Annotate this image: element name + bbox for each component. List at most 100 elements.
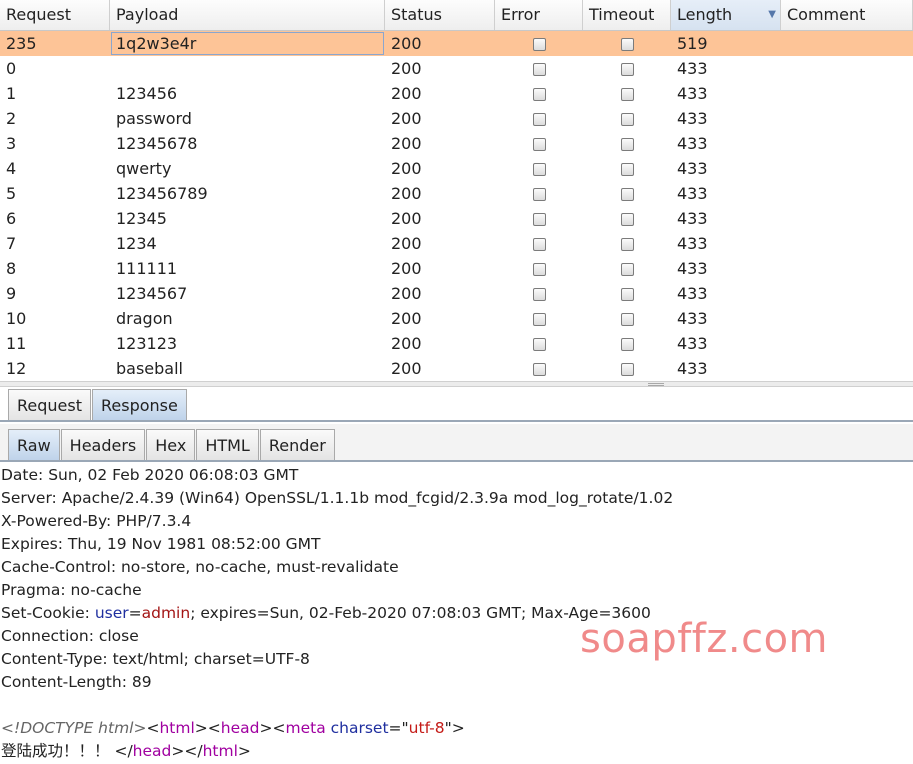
cell-error <box>495 281 583 306</box>
cell-request: 5 <box>6 184 17 203</box>
timeout-checkbox[interactable] <box>620 313 634 326</box>
cell-length: 433 <box>677 209 708 228</box>
lt-slash: </ <box>184 742 203 760</box>
cell-status: 200 <box>391 134 422 153</box>
cell-comment <box>781 231 913 256</box>
cell-payload: 1q2w3e4r <box>110 31 385 56</box>
cell-error <box>495 181 583 206</box>
error-checkbox[interactable] <box>532 363 546 376</box>
cell-length: 433 <box>677 359 708 378</box>
attr-close: "> <box>444 719 465 737</box>
header-line: X-Powered-By: PHP/7.3.4 <box>1 512 192 530</box>
table-row[interactable]: 1 123456 200 433 <box>0 81 913 106</box>
header-line: Date: Sun, 02 Feb 2020 06:08:03 GMT <box>1 466 299 484</box>
timeout-checkbox[interactable] <box>620 188 634 201</box>
error-checkbox[interactable] <box>532 63 546 76</box>
cell-comment <box>781 331 913 356</box>
cell-status: 200 <box>391 259 422 278</box>
tab-raw[interactable]: Raw <box>8 429 60 460</box>
timeout-checkbox[interactable] <box>620 163 634 176</box>
error-checkbox[interactable] <box>532 88 546 101</box>
error-checkbox[interactable] <box>532 38 546 51</box>
table-row[interactable]: 6 12345 200 433 <box>0 206 913 231</box>
cell-request: 1 <box>6 84 17 103</box>
table-row[interactable]: 5 123456789 200 433 <box>0 181 913 206</box>
error-checkbox[interactable] <box>532 138 546 151</box>
cell-status: 200 <box>391 34 422 53</box>
tab-html[interactable]: HTML <box>196 429 259 460</box>
cell-comment <box>781 31 913 56</box>
column-header-error[interactable]: Error <box>495 0 583 30</box>
cell-timeout <box>583 81 671 106</box>
column-header-payload[interactable]: Payload <box>110 0 385 30</box>
error-checkbox[interactable] <box>532 263 546 276</box>
cell-request: 10 <box>6 309 27 328</box>
cell-length: 433 <box>677 234 708 253</box>
table-header: Request Payload Status Error Timeout Len… <box>0 0 913 31</box>
splitter-grip-icon[interactable] <box>648 383 664 386</box>
timeout-checkbox[interactable] <box>620 38 634 51</box>
set-cookie-prefix: Set-Cookie: <box>1 604 95 622</box>
table-row[interactable]: 9 1234567 200 433 <box>0 281 913 306</box>
error-checkbox[interactable] <box>532 213 546 226</box>
timeout-checkbox[interactable] <box>620 363 634 376</box>
cell-comment <box>781 206 913 231</box>
tab-hex[interactable]: Hex <box>146 429 196 460</box>
table-row[interactable]: 7 1234 200 433 <box>0 231 913 256</box>
error-checkbox[interactable] <box>532 288 546 301</box>
cell-status: 200 <box>391 334 422 353</box>
timeout-checkbox[interactable] <box>620 63 634 76</box>
cell-status: 200 <box>391 109 422 128</box>
timeout-checkbox[interactable] <box>620 138 634 151</box>
error-checkbox[interactable] <box>532 338 546 351</box>
header-line: Expires: Thu, 19 Nov 1981 08:52:00 GMT <box>1 535 321 553</box>
cell-comment <box>781 156 913 181</box>
cell-timeout <box>583 231 671 256</box>
table-row[interactable]: 3 12345678 200 433 <box>0 131 913 156</box>
timeout-checkbox[interactable] <box>620 238 634 251</box>
cell-timeout <box>583 306 671 331</box>
cell-payload: 1234 <box>116 234 157 253</box>
tab-response[interactable]: Response <box>92 389 187 420</box>
tab-render[interactable]: Render <box>259 429 335 460</box>
error-checkbox[interactable] <box>532 113 546 126</box>
table-row[interactable]: 10 dragon 200 433 <box>0 306 913 331</box>
error-checkbox[interactable] <box>532 188 546 201</box>
table-row[interactable]: 11 123123 200 433 <box>0 331 913 356</box>
cell-status: 200 <box>391 309 422 328</box>
timeout-checkbox[interactable] <box>620 88 634 101</box>
cell-error <box>495 356 583 381</box>
timeout-checkbox[interactable] <box>620 288 634 301</box>
tag-html: html <box>159 719 195 737</box>
table-row[interactable]: 4 qwerty 200 433 <box>0 156 913 181</box>
tab-headers[interactable]: Headers <box>60 429 146 460</box>
timeout-checkbox[interactable] <box>620 263 634 276</box>
column-header-length[interactable]: Length ▼ <box>671 0 781 30</box>
cell-error <box>495 156 583 181</box>
column-header-timeout[interactable]: Timeout <box>583 0 671 30</box>
column-header-request[interactable]: Request <box>0 0 110 30</box>
response-raw-view[interactable]: Date: Sun, 02 Feb 2020 06:08:03 GMT Serv… <box>0 464 913 764</box>
table-row[interactable]: 0 200 433 <box>0 56 913 81</box>
tab-request[interactable]: Request <box>8 389 91 420</box>
html-line-doctype: <!DOCTYPE html><html><head><meta charset… <box>0 717 913 740</box>
table-row[interactable]: 2 password 200 433 <box>0 106 913 131</box>
timeout-checkbox[interactable] <box>620 213 634 226</box>
error-checkbox[interactable] <box>532 238 546 251</box>
error-checkbox[interactable] <box>532 313 546 326</box>
table-row[interactable]: 12 baseball 200 433 <box>0 356 913 381</box>
pane-splitter[interactable] <box>0 381 913 387</box>
cell-comment <box>781 106 913 131</box>
error-checkbox[interactable] <box>532 163 546 176</box>
table-row[interactable]: 8 111111 200 433 <box>0 256 913 281</box>
column-header-comment[interactable]: Comment <box>781 0 913 30</box>
cell-request: 235 <box>6 34 37 53</box>
timeout-checkbox[interactable] <box>620 338 634 351</box>
table-row[interactable]: 235 1q2w3e4r 200 519 <box>0 31 913 56</box>
timeout-checkbox[interactable] <box>620 113 634 126</box>
cell-timeout <box>583 206 671 231</box>
header-line: Server: Apache/2.4.39 (Win64) OpenSSL/1.… <box>1 489 674 507</box>
cell-timeout <box>583 281 671 306</box>
column-header-status[interactable]: Status <box>385 0 495 30</box>
cell-payload: password <box>116 109 192 128</box>
